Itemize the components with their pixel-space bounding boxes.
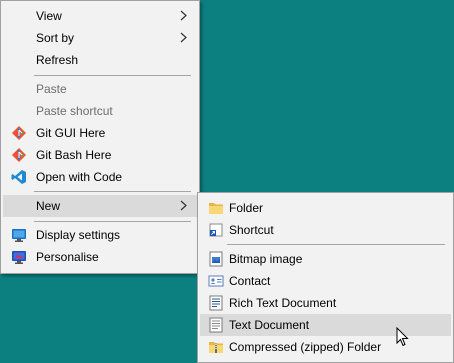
submenu-item-shortcut[interactable]: Shortcut	[200, 219, 451, 241]
menu-item-paste[interactable]: Paste	[3, 78, 197, 100]
display-icon	[12, 229, 26, 242]
menu-separator	[227, 244, 445, 245]
menu-item-label: View	[36, 9, 62, 23]
menu-item-label: Rich Text Document	[229, 296, 337, 310]
menu-item-display-settings[interactable]: Display settings	[3, 224, 197, 246]
chevron-right-icon	[180, 10, 187, 21]
new-submenu: Folder Shortcut Bitmap image Contact Ric…	[197, 192, 454, 363]
contact-icon	[208, 275, 224, 287]
shortcut-icon	[209, 223, 223, 237]
menu-item-new[interactable]: New	[3, 195, 197, 217]
menu-item-paste-shortcut[interactable]: Paste shortcut	[3, 100, 197, 122]
vscode-icon	[11, 170, 26, 184]
bitmap-image-icon	[209, 251, 223, 267]
menu-item-label: Sort by	[36, 31, 75, 45]
menu-item-personalise[interactable]: Personalise	[3, 246, 197, 268]
menu-item-open-with-code[interactable]: Open with Code	[3, 166, 197, 188]
menu-item-label: Paste	[36, 82, 67, 96]
git-icon	[12, 126, 26, 140]
submenu-item-text-document[interactable]: Text Document	[200, 314, 451, 336]
menu-separator	[34, 221, 191, 222]
menu-separator	[34, 191, 191, 192]
menu-item-label: Refresh	[36, 53, 79, 67]
submenu-item-bitmap-image[interactable]: Bitmap image	[200, 248, 451, 270]
menu-item-view[interactable]: View	[3, 5, 197, 27]
menu-item-label: Compressed (zipped) Folder	[229, 340, 382, 354]
mouse-pointer-icon	[396, 327, 409, 347]
menu-item-label: Display settings	[36, 228, 121, 242]
menu-item-sort-by[interactable]: Sort by	[3, 27, 197, 49]
menu-item-label: Personalise	[36, 250, 99, 264]
menu-item-label: Contact	[229, 274, 271, 288]
menu-item-label: Shortcut	[229, 223, 274, 237]
submenu-item-folder[interactable]: Folder	[200, 197, 451, 219]
chevron-right-icon	[180, 32, 187, 43]
menu-item-git-gui[interactable]: Git GUI Here	[3, 122, 197, 144]
menu-item-refresh[interactable]: Refresh	[3, 49, 197, 71]
personalise-icon	[12, 251, 26, 264]
submenu-item-contact[interactable]: Contact	[200, 270, 451, 292]
git-icon	[12, 148, 26, 162]
menu-item-label: New	[36, 199, 61, 213]
menu-item-label: Folder	[229, 201, 264, 215]
submenu-item-compressed-folder[interactable]: Compressed (zipped) Folder	[200, 336, 451, 358]
menu-item-label: Text Document	[229, 318, 310, 332]
submenu-item-rich-text-document[interactable]: Rich Text Document	[200, 292, 451, 314]
desktop-context-menu: View Sort by Refresh Paste Paste shortcu…	[0, 0, 200, 274]
menu-item-label: Open with Code	[36, 170, 123, 184]
menu-item-label: Git Bash Here	[36, 148, 112, 162]
zip-folder-icon	[209, 342, 223, 353]
menu-item-git-bash[interactable]: Git Bash Here	[3, 144, 197, 166]
menu-item-label: Bitmap image	[229, 252, 303, 266]
chevron-right-icon	[180, 200, 187, 211]
menu-item-label: Paste shortcut	[36, 104, 113, 118]
menu-item-label: Git GUI Here	[36, 126, 106, 140]
menu-separator	[34, 75, 191, 76]
text-document-icon	[209, 317, 223, 333]
rich-text-document-icon	[209, 295, 223, 311]
folder-icon	[209, 203, 223, 214]
